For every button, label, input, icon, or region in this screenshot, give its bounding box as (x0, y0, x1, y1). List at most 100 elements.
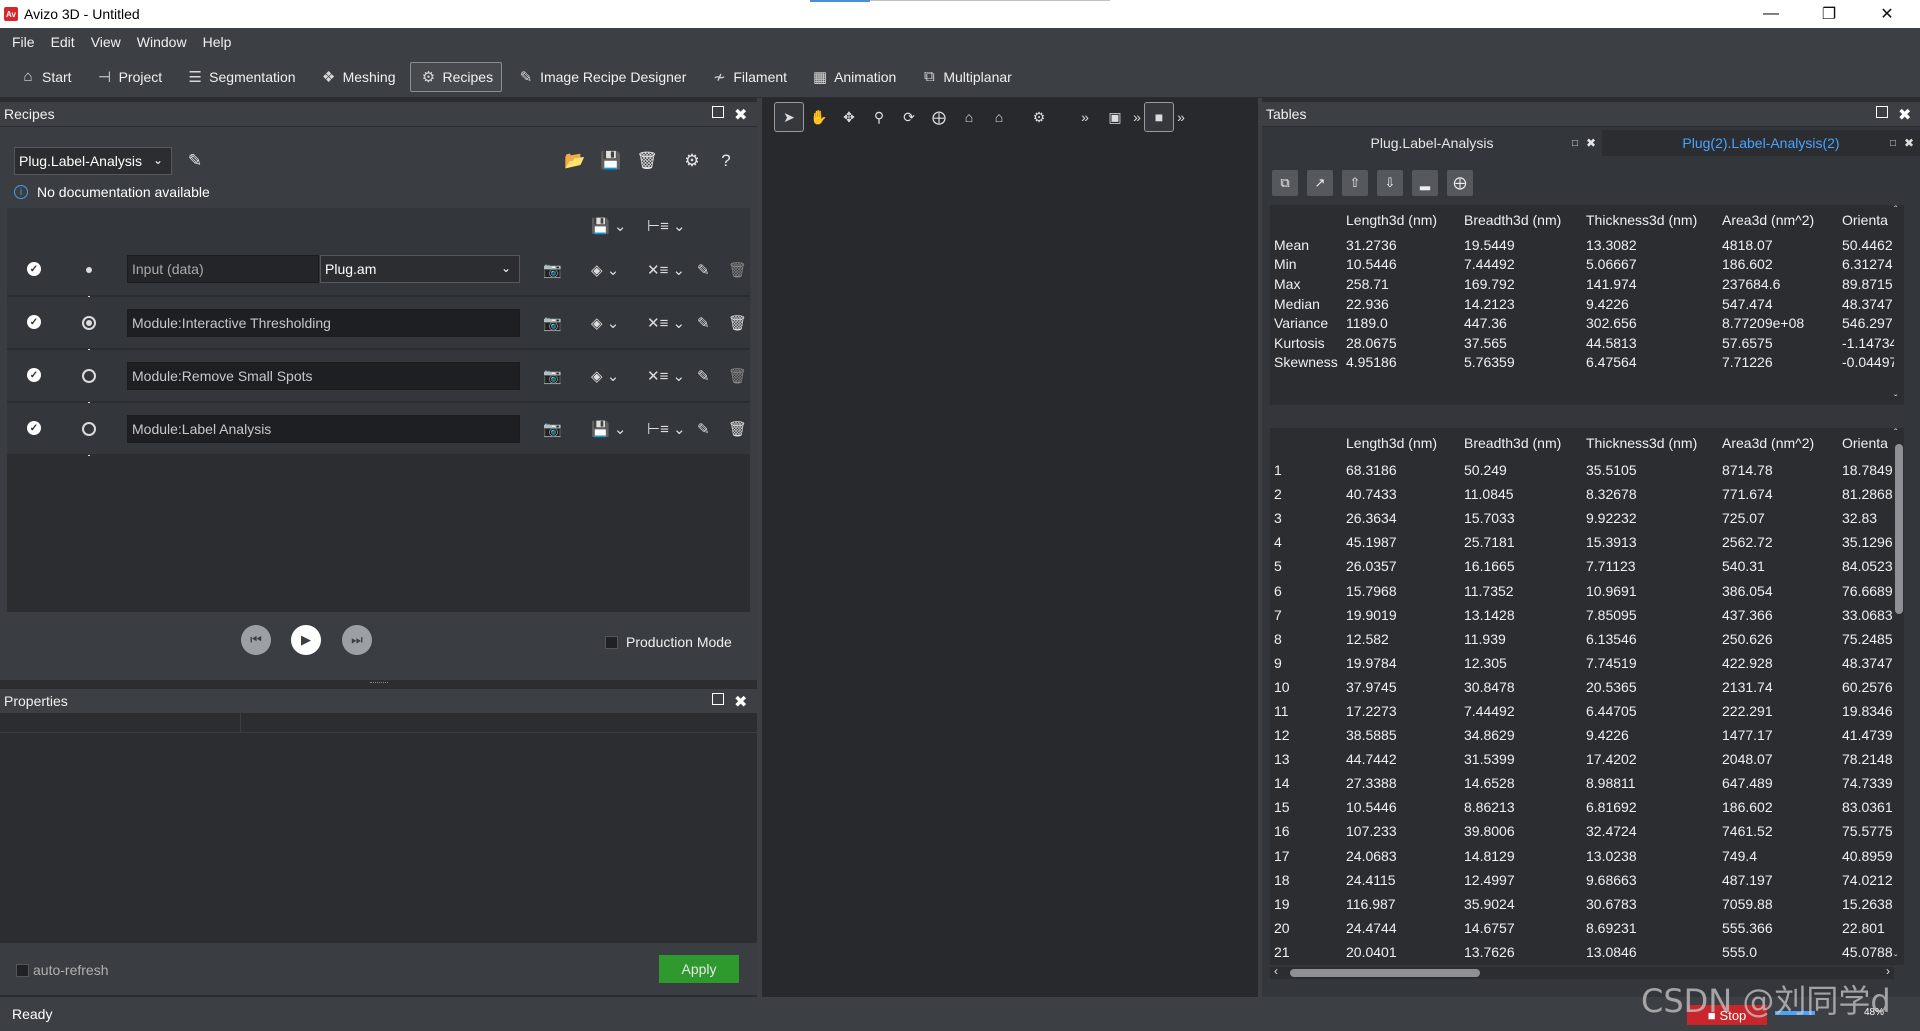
set-home-icon[interactable]: ⌂ (984, 102, 1014, 132)
delete-step-icon[interactable]: 🗑 (728, 312, 747, 334)
table-cell[interactable]: 302.656 (1582, 313, 1718, 333)
table-row[interactable]: 14 27.3388 14.6528 8.98811 647.489 74.7339 (1270, 771, 1894, 795)
table-cell[interactable]: 13.1428 (1460, 603, 1582, 627)
table-cell[interactable]: 4818.07 (1718, 235, 1838, 255)
check-icon[interactable]: ✓ (27, 262, 41, 276)
table-row[interactable]: 19 116.987 35.9024 30.6783 7059.88 15.2638 (1270, 892, 1894, 916)
edit-step-icon[interactable]: ✎ (697, 365, 710, 387)
table-cell[interactable]: 540.31 (1718, 554, 1838, 578)
outputs-icon[interactable]: ⊢≡ ⌄ (647, 215, 686, 237)
row-header-cell[interactable]: 21 (1270, 940, 1342, 964)
delete-icon[interactable]: 🗑 (636, 150, 658, 172)
pointer-icon[interactable]: ➤ (774, 102, 804, 132)
table-cell[interactable]: 7.85095 (1582, 603, 1718, 627)
stats-row[interactable]: Skewness 4.95186 5.76359 6.47564 7.71226 -0.0… (1270, 353, 1894, 373)
save-output-icon[interactable]: 💾 ⌄ (591, 418, 626, 440)
zoom-icon[interactable]: ⚲ (864, 102, 894, 132)
table-cell[interactable]: 16.1665 (1460, 554, 1582, 578)
table-cell[interactable]: 386.054 (1718, 578, 1838, 602)
table-cell[interactable]: 5.76359 (1460, 353, 1582, 373)
table-cell[interactable]: 19.5449 (1460, 235, 1582, 255)
table-cell[interactable]: 48.3747 (1838, 294, 1894, 314)
float-panel-icon[interactable] (1876, 105, 1888, 123)
table-cell[interactable]: 7.71226 (1718, 353, 1838, 373)
edit-step-icon[interactable]: ✎ (697, 312, 710, 334)
table-cell[interactable]: 447.36 (1460, 313, 1582, 333)
table-cell[interactable]: 647.489 (1718, 771, 1838, 795)
table-cell[interactable]: 10.5446 (1342, 795, 1460, 819)
table-row[interactable]: 12 38.5885 34.8629 9.4226 1477.17 41.4739 (1270, 723, 1894, 747)
menu-edit[interactable]: Edit (43, 34, 83, 50)
table-row[interactable]: 1 68.3186 50.249 35.5105 8714.78 18.7849 (1270, 458, 1894, 482)
table-cell[interactable]: 78.2148 (1838, 747, 1894, 771)
table-cell[interactable]: 30.8478 (1460, 675, 1582, 699)
float-panel-icon[interactable] (712, 105, 724, 123)
table-cell[interactable]: 18.7849 (1838, 458, 1894, 482)
table-cell[interactable]: 45.0788 (1838, 940, 1894, 964)
histogram-icon[interactable]: ▂ (1412, 170, 1438, 196)
input-data-selector[interactable]: Plug.am ⌄ (320, 255, 520, 283)
table-cell[interactable]: 8.77209e+08 (1718, 313, 1838, 333)
table-cell[interactable]: 1189.0 (1342, 313, 1460, 333)
start-button[interactable]: ⌂ Start (10, 62, 81, 92)
col-header[interactable]: Length3d (nm) (1342, 428, 1460, 458)
table-cell[interactable]: 27.3388 (1342, 771, 1460, 795)
table-cell[interactable]: 15.2638 (1838, 892, 1894, 916)
auto-refresh-checkbox[interactable] (16, 963, 29, 977)
table-cell[interactable]: 116.987 (1342, 892, 1460, 916)
meshing-button[interactable]: ❖ Meshing (311, 62, 405, 92)
help-icon[interactable]: ? (715, 150, 737, 172)
table-cell[interactable]: 14.2123 (1460, 294, 1582, 314)
row-header-cell[interactable]: 2 (1270, 482, 1342, 506)
table-row[interactable]: 8 12.582 11.939 6.13546 250.626 75.2485 (1270, 627, 1894, 651)
delete-step-icon[interactable]: 🗑 (728, 418, 747, 440)
table-cell[interactable]: 37.565 (1460, 333, 1582, 353)
table-cell[interactable]: 11.939 (1460, 627, 1582, 651)
table-cell[interactable]: 74.0212 (1838, 868, 1894, 892)
step-module-field[interactable]: Module:Label Analysis (127, 415, 520, 443)
table-cell[interactable]: 34.8629 (1460, 723, 1582, 747)
table-cell[interactable]: 13.7626 (1460, 940, 1582, 964)
row-header-cell[interactable]: 6 (1270, 578, 1342, 602)
table-cell[interactable]: 13.3082 (1582, 235, 1718, 255)
edit-step-icon[interactable]: ✎ (697, 418, 710, 440)
port-config-icon[interactable]: ✕≡ ⌄ (647, 312, 685, 334)
menu-help[interactable]: Help (195, 34, 240, 50)
table-cell[interactable]: 84.0523 (1838, 554, 1894, 578)
float-panel-icon[interactable] (712, 692, 724, 710)
row-header-cell[interactable]: 16 (1270, 819, 1342, 843)
table-cell[interactable]: 258.71 (1342, 274, 1460, 294)
table-cell[interactable]: 14.6757 (1460, 916, 1582, 940)
table-row[interactable]: 17 24.0683 14.8129 13.0238 749.4 40.8959 (1270, 844, 1894, 868)
filament-button[interactable]: ≁ Filament (701, 62, 796, 92)
table-cell[interactable]: 31.5399 (1460, 747, 1582, 771)
step-module-field[interactable]: Input (data) (127, 255, 319, 283)
table-cell[interactable]: 83.0361 (1838, 795, 1894, 819)
row-header-cell[interactable]: 14 (1270, 771, 1342, 795)
table-cell[interactable]: 22.801 (1838, 916, 1894, 940)
table-cell[interactable]: 15.7033 (1460, 506, 1582, 530)
single-view-icon[interactable]: ■ (1144, 102, 1174, 132)
float-tab-icon[interactable]: □ (1572, 138, 1578, 149)
table-row[interactable]: 4 45.1987 25.7181 15.3913 2562.72 35.1296 (1270, 530, 1894, 554)
table-cell[interactable]: 13.0238 (1582, 844, 1718, 868)
table-row[interactable]: 21 20.0401 13.7626 13.0846 555.0 45.0788 (1270, 940, 1894, 964)
table-cell[interactable]: 75.5775 (1838, 819, 1894, 843)
table-row[interactable]: 11 17.2273 7.44492 6.44705 222.291 19.8346 (1270, 699, 1894, 723)
table-cell[interactable]: 20.5365 (1582, 675, 1718, 699)
menu-view[interactable]: View (83, 34, 129, 50)
row-header-cell[interactable]: 9 (1270, 651, 1342, 675)
stats-row[interactable]: Min 10.5446 7.44492 5.06667 186.602 6.31274 (1270, 255, 1894, 275)
table-cell[interactable]: 81.2868 (1838, 482, 1894, 506)
table-cell[interactable]: 26.0357 (1342, 554, 1460, 578)
table-cell[interactable]: 1477.17 (1718, 723, 1838, 747)
table-cell[interactable]: 17.4202 (1582, 747, 1718, 771)
step-row-remove-spots[interactable]: ✓ Module:Remove Small Spots 📷 ◈ ⌄ ✕≡ ⌄ ✎… (7, 350, 750, 402)
perspective-icon[interactable]: ⚙ (1024, 102, 1054, 132)
save-icon[interactable]: 💾 (600, 150, 622, 172)
rows-hscroll-thumb[interactable] (1290, 969, 1480, 977)
table-cell[interactable]: 89.8715 (1838, 274, 1894, 294)
col-header[interactable]: Orienta (1838, 205, 1894, 235)
check-icon[interactable]: ✓ (27, 368, 41, 382)
table-cell[interactable]: 35.5105 (1582, 458, 1718, 482)
